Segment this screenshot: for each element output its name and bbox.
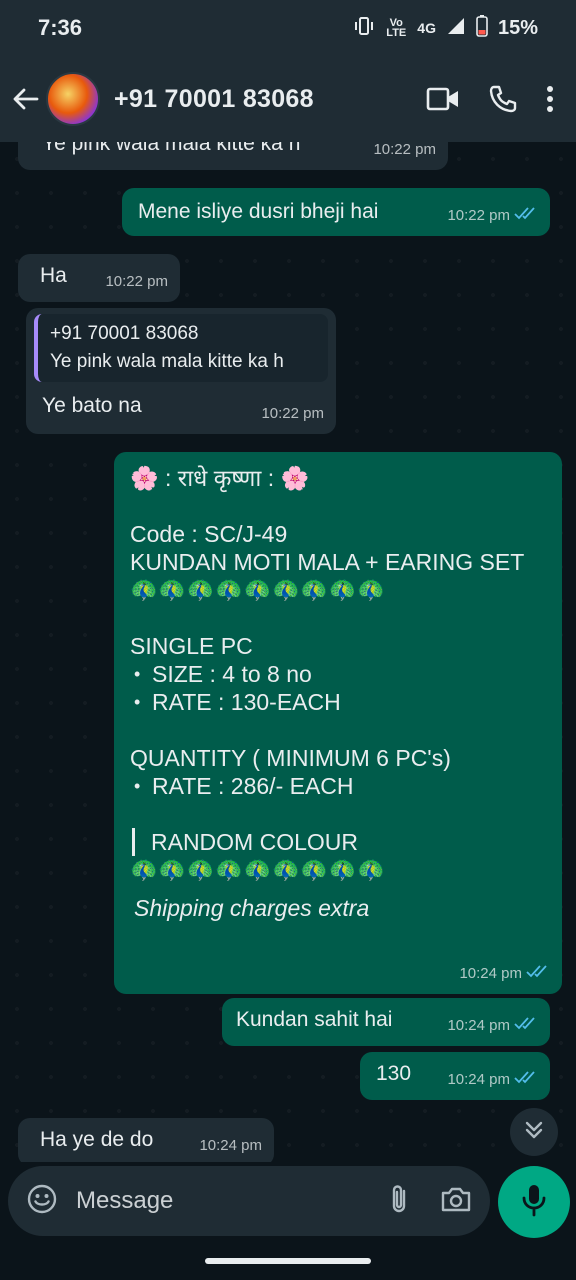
- message-title: 🌸 : राधे कृष्णा : 🌸: [130, 465, 310, 491]
- attach-icon[interactable]: [388, 1183, 410, 1220]
- message-outgoing[interactable]: Kundan sahit hai 10:24 pm: [222, 998, 550, 1046]
- status-time: 7:36: [38, 15, 83, 40]
- message-meta: 10:22 pm: [447, 202, 538, 230]
- message-text: Kundan sahit hai: [236, 1008, 393, 1031]
- message-time: 10:22 pm: [105, 273, 168, 290]
- product-code: Code : SC/J-49: [130, 521, 288, 547]
- message-composer: [8, 1166, 490, 1236]
- read-ticks-icon: [514, 202, 538, 230]
- battery-percent: 15%: [497, 16, 538, 39]
- product-name: KUNDAN MOTI MALA + EARING SET: [130, 549, 525, 575]
- video-call-icon[interactable]: [426, 87, 460, 111]
- message-outgoing-product[interactable]: 🌸 : राधे कृष्णा : 🌸 Code : SC/J-49 KUNDA…: [114, 452, 562, 994]
- shipping-note: Shipping charges extra: [134, 895, 370, 921]
- message-text: Ye bato na: [42, 394, 142, 417]
- quote-text: Ye pink wala mala kitte ka h: [50, 351, 284, 372]
- single-pc-heading: SINGLE PC: [130, 633, 253, 659]
- message-time: 10:22 pm: [373, 142, 436, 158]
- message-text: Ha: [40, 264, 67, 287]
- chat-header: +91 70001 83068: [0, 56, 576, 142]
- home-indicator[interactable]: [205, 1258, 371, 1264]
- message-text: Mene isliye dusri bheji hai: [138, 200, 379, 223]
- colour-note: RANDOM COLOUR: [132, 828, 546, 856]
- back-arrow-icon[interactable]: [2, 56, 48, 142]
- volte-icon: Vo LTE: [386, 17, 407, 39]
- message-outgoing[interactable]: Mene isliye dusri bheji hai 10:22 pm: [122, 188, 550, 236]
- scroll-down-icon: [523, 1119, 545, 1146]
- rate-single-item: RATE : 130-EACH: [130, 688, 546, 716]
- status-bar: 7:36 Vo LTE 4G 15%: [0, 0, 576, 56]
- message-time: 10:24 pm: [199, 1137, 262, 1154]
- quote-author: +91 70001 83068: [50, 323, 199, 344]
- more-icon[interactable]: [546, 85, 554, 113]
- signal-icon: [446, 16, 466, 41]
- status-icons: Vo LTE 4G 15%: [353, 14, 538, 42]
- message-input[interactable]: [76, 1187, 356, 1215]
- read-ticks-icon: [526, 960, 550, 988]
- rate-qty-item: RATE : 286/- EACH: [130, 772, 546, 800]
- vibrate-icon: [353, 16, 375, 41]
- message-text: Ye pink wala mala kitte ka h: [42, 142, 301, 155]
- message-incoming[interactable]: Ha 10:22 pm: [18, 254, 180, 302]
- scroll-down-button[interactable]: [510, 1108, 558, 1156]
- avatar[interactable]: [46, 72, 100, 126]
- peacock-row: 🦚🦚🦚🦚🦚🦚🦚🦚🦚: [130, 577, 386, 602]
- phone-icon[interactable]: [488, 84, 518, 114]
- contact-name[interactable]: +91 70001 83068: [114, 85, 314, 114]
- message-meta: 10:24 pm: [447, 1012, 538, 1040]
- message-incoming[interactable]: Ha ye de do 10:24 pm: [18, 1118, 274, 1162]
- camera-icon[interactable]: [440, 1185, 472, 1218]
- network-label: 4G: [417, 20, 436, 36]
- emoji-icon[interactable]: [26, 1183, 58, 1220]
- quantity-heading: QUANTITY ( MINIMUM 6 PC's): [130, 745, 451, 771]
- mic-button[interactable]: [498, 1166, 570, 1238]
- message-meta: 10:24 pm: [447, 1066, 538, 1094]
- quoted-message[interactable]: +91 70001 83068 Ye pink wala mala kitte …: [34, 314, 328, 382]
- message-text: Ha ye de do: [40, 1128, 154, 1151]
- message-time: 10:22 pm: [261, 405, 324, 422]
- message-incoming-reply[interactable]: +91 70001 83068 Ye pink wala mala kitte …: [26, 308, 336, 434]
- read-ticks-icon: [514, 1066, 538, 1094]
- mic-icon: [521, 1183, 547, 1222]
- peacock-row: 🦚🦚🦚🦚🦚🦚🦚🦚🦚: [130, 857, 386, 882]
- message-meta: 10:24 pm: [459, 960, 550, 988]
- chat-area[interactable]: Ye pink wala mala kitte ka h 10:22 pm Me…: [0, 142, 576, 1162]
- message-outgoing[interactable]: 130 10:24 pm: [360, 1052, 550, 1100]
- size-item: SIZE : 4 to 8 no: [130, 660, 546, 688]
- read-ticks-icon: [514, 1012, 538, 1040]
- battery-icon: [476, 14, 488, 42]
- message-text: 130: [376, 1062, 412, 1085]
- message-incoming[interactable]: Ye pink wala mala kitte ka h 10:22 pm: [18, 142, 448, 170]
